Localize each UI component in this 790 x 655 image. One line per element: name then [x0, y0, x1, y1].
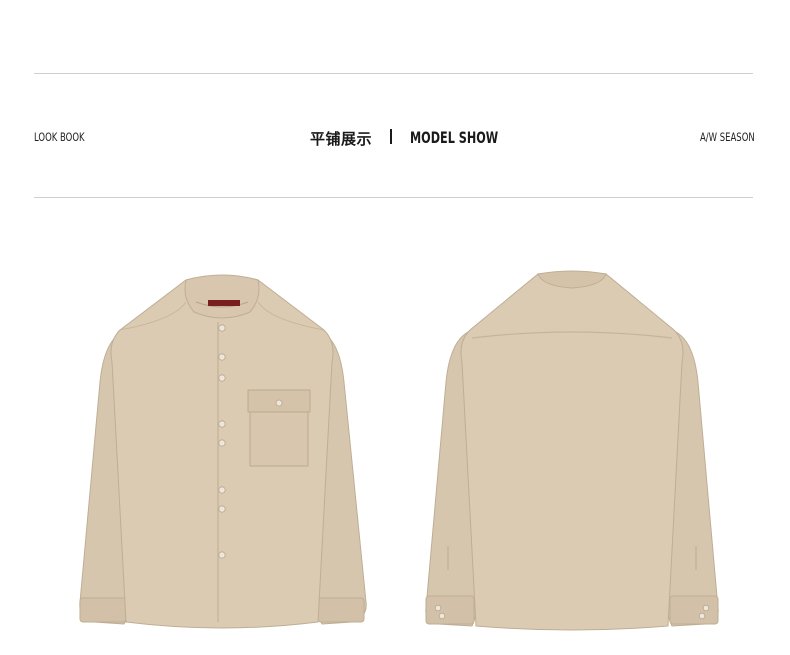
section-header: LOOK BOOK 平铺展示 MODEL SHOW A/W SEASON [34, 126, 755, 150]
shirt-back-image [422, 270, 722, 634]
section-title-en: MODEL SHOW [410, 128, 499, 147]
section-title: 平铺展示 MODEL SHOW [310, 126, 498, 150]
top-divider [34, 73, 753, 74]
bottom-divider [34, 197, 753, 198]
section-title-cn: 平铺展示 [310, 131, 373, 148]
shirt-back-icon [425, 270, 719, 631]
title-separator [390, 129, 392, 144]
shirt-front-icon [79, 274, 367, 629]
look-book-label: LOOK BOOK [34, 130, 85, 144]
shirt-front-image [74, 272, 370, 634]
season-label: A/W SEASON [700, 130, 755, 144]
